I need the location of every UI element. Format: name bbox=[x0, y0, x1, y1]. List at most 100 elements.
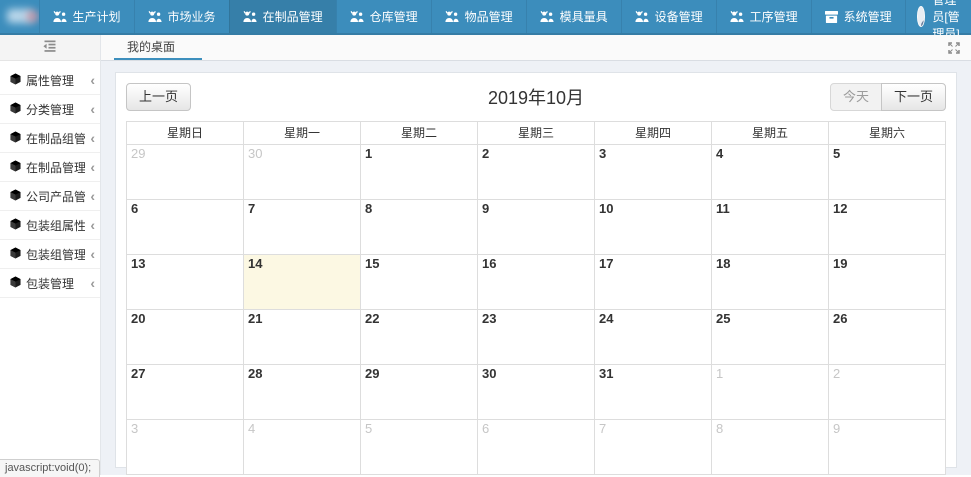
sidebar: 属性管理‹分类管理‹在制品组管理‹在制品管理‹公司产品管理‹包装组属性管理‹包装… bbox=[0, 35, 101, 475]
day-cell[interactable]: 11 bbox=[712, 200, 829, 255]
calendar-week-row: 3 45678 9 bbox=[127, 420, 946, 475]
day-number: 8 bbox=[716, 421, 723, 436]
day-cell-today[interactable]: 14 bbox=[244, 255, 361, 310]
day-number: 20 bbox=[131, 311, 145, 326]
browser-status-bubble: javascript:void(0); bbox=[0, 459, 100, 477]
outdent-icon bbox=[42, 40, 58, 56]
day-cell[interactable]: 9 bbox=[829, 420, 946, 475]
nav-item-label: 工序管理 bbox=[750, 8, 798, 25]
sidebar-item-label: 公司产品管理 bbox=[26, 188, 85, 205]
day-cell[interactable]: 7 bbox=[595, 420, 712, 475]
sidebar-item-1[interactable]: 分类管理‹ bbox=[0, 95, 100, 124]
day-cell[interactable]: 29 bbox=[361, 365, 478, 420]
day-cell[interactable]: 23 bbox=[478, 310, 595, 365]
day-cell[interactable]: 16 bbox=[478, 255, 595, 310]
day-cell[interactable]: 21 bbox=[244, 310, 361, 365]
day-cell[interactable]: 17 bbox=[595, 255, 712, 310]
next-page-button[interactable]: 下一页 bbox=[881, 83, 946, 112]
day-cell[interactable]: 8 bbox=[712, 420, 829, 475]
tab-my-desktop[interactable]: 我的桌面 bbox=[114, 35, 202, 60]
day-cell[interactable]: 8 bbox=[361, 200, 478, 255]
day-number: 26 bbox=[833, 311, 847, 326]
day-number: 2 bbox=[833, 366, 840, 381]
sidebar-item-2[interactable]: 在制品组管理‹ bbox=[0, 124, 100, 153]
sidebar-item-0[interactable]: 属性管理‹ bbox=[0, 66, 100, 95]
day-cell[interactable]: 5 bbox=[829, 145, 946, 200]
day-cell[interactable]: 25 bbox=[712, 310, 829, 365]
day-cell[interactable]: 13 bbox=[127, 255, 244, 310]
day-cell[interactable]: 30 bbox=[244, 145, 361, 200]
people-icon bbox=[148, 11, 162, 23]
day-cell[interactable]: 4 bbox=[712, 145, 829, 200]
weekday-header-4: 星期四 bbox=[595, 122, 712, 145]
nav-item-label: 模具量具 bbox=[560, 8, 608, 25]
tab-bar: 我的桌面 bbox=[101, 35, 971, 61]
day-cell[interactable]: 19 bbox=[829, 255, 946, 310]
nav-item-5[interactable]: 模具量具 bbox=[526, 0, 621, 33]
day-cell[interactable]: 22 bbox=[361, 310, 478, 365]
nav-item-0[interactable]: 生产计划 bbox=[39, 0, 134, 33]
user-avatar bbox=[917, 6, 926, 27]
sidebar-item-6[interactable]: 包装组管理‹ bbox=[0, 240, 100, 269]
nav-item-2[interactable]: 在制品管理 bbox=[229, 0, 336, 33]
sidebar-item-7[interactable]: 包装管理‹ bbox=[0, 269, 100, 298]
nav-item-8[interactable]: 系统管理 bbox=[811, 0, 906, 33]
day-cell[interactable]: 9 bbox=[478, 200, 595, 255]
day-cell[interactable]: 2 bbox=[478, 145, 595, 200]
day-cell[interactable]: 28 bbox=[244, 365, 361, 420]
day-cell[interactable]: 20 bbox=[127, 310, 244, 365]
day-number: 18 bbox=[716, 256, 730, 271]
nav-item-4[interactable]: 物品管理 bbox=[431, 0, 526, 33]
top-navbar: 生产计划市场业务在制品管理仓库管理物品管理 模具量具设备管理 工序管理系统管理 管理… bbox=[0, 0, 971, 35]
day-number: 17 bbox=[599, 256, 613, 271]
calendar-week-row: 27282930 31 12 bbox=[127, 365, 946, 420]
day-cell[interactable]: 30 bbox=[478, 365, 595, 420]
today-button[interactable]: 今天 bbox=[830, 83, 882, 112]
day-cell[interactable]: 24 bbox=[595, 310, 712, 365]
sidebar-collapse-button[interactable] bbox=[0, 35, 100, 61]
day-cell[interactable]: 6 bbox=[127, 200, 244, 255]
day-number: 31 bbox=[599, 366, 613, 381]
chevron-left-icon: ‹ bbox=[90, 189, 95, 203]
nav-item-3[interactable]: 仓库管理 bbox=[336, 0, 431, 33]
day-number: 16 bbox=[482, 256, 496, 271]
day-number: 3 bbox=[599, 146, 606, 161]
day-cell[interactable]: 4 bbox=[244, 420, 361, 475]
sidebar-item-4[interactable]: 公司产品管理 ‹ bbox=[0, 182, 100, 211]
cube-icon bbox=[10, 276, 21, 291]
day-cell[interactable]: 26 bbox=[829, 310, 946, 365]
day-cell[interactable]: 2 bbox=[829, 365, 946, 420]
day-cell[interactable]: 31 bbox=[595, 365, 712, 420]
day-cell[interactable]: 1 bbox=[712, 365, 829, 420]
sidebar-item-3[interactable]: 在制品管理‹ bbox=[0, 153, 100, 182]
nav-item-6[interactable]: 设备管理 bbox=[621, 0, 716, 33]
user-menu[interactable]: 管理员[管理员] bbox=[906, 0, 971, 33]
day-cell[interactable]: 29 bbox=[127, 145, 244, 200]
day-cell[interactable]: 5 bbox=[361, 420, 478, 475]
day-cell[interactable]: 6 bbox=[478, 420, 595, 475]
day-cell[interactable]: 3 bbox=[127, 420, 244, 475]
sidebar-item-label: 包装组管理 bbox=[26, 246, 85, 263]
day-cell[interactable]: 3 bbox=[595, 145, 712, 200]
day-cell[interactable]: 10 bbox=[595, 200, 712, 255]
day-cell[interactable]: 1 bbox=[361, 145, 478, 200]
nav-item-7[interactable]: 工序管理 bbox=[716, 0, 811, 33]
calendar-header: 上一页 2019年10月 今天 下一页 bbox=[126, 82, 946, 112]
day-cell[interactable]: 27 bbox=[127, 365, 244, 420]
nav-item-1[interactable]: 市场业务 bbox=[134, 0, 229, 33]
day-number: 19 bbox=[833, 256, 847, 271]
sidebar-item-5[interactable]: 包装组属性管理‹ bbox=[0, 211, 100, 240]
app-logo[interactable] bbox=[0, 0, 39, 33]
people-icon bbox=[635, 11, 649, 23]
day-number: 13 bbox=[131, 256, 145, 271]
day-cell[interactable]: 7 bbox=[244, 200, 361, 255]
day-number: 25 bbox=[716, 311, 730, 326]
day-cell[interactable]: 12 bbox=[829, 200, 946, 255]
day-number: 5 bbox=[833, 146, 840, 161]
sidebar-item-label: 包装组属性管理 bbox=[26, 217, 85, 234]
sidebar-menu: 属性管理‹分类管理‹在制品组管理‹在制品管理‹公司产品管理‹包装组属性管理‹包装… bbox=[0, 61, 100, 298]
day-cell[interactable]: 18 bbox=[712, 255, 829, 310]
day-number: 3 bbox=[131, 421, 138, 436]
fullscreen-button[interactable] bbox=[948, 42, 960, 54]
day-cell[interactable]: 15 bbox=[361, 255, 478, 310]
